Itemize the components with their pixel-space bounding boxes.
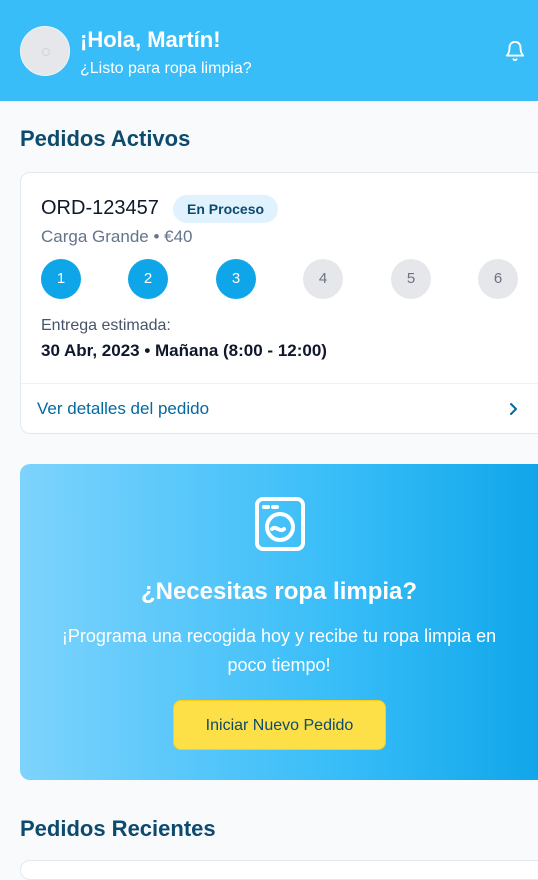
progress-step-3: 3 [216,259,256,299]
order-details-link[interactable]: Ver detalles del pedido [37,399,209,419]
active-orders-title: Pedidos Activos [20,126,191,151]
bell-icon[interactable] [504,40,526,62]
greeting-subtitle: ¿Listo para ropa limpia? [80,60,252,77]
recent-orders-title: Pedidos Recientes [20,816,216,841]
order-summary: Carga Grande • €40 [41,227,193,246]
progress-step-6: 6 [478,259,518,299]
eta-label: Entrega estimada: [41,317,171,334]
new-order-promo: ¿Necesitas ropa limpia? ¡Programa una re… [20,464,538,780]
order-id: ORD-123457 [41,197,159,219]
status-badge: En Proceso [173,195,279,223]
progress-step-4: 4 [303,259,343,299]
active-order-card[interactable]: ORD-123457 En Proceso Carga Grande • €40… [20,172,538,434]
recent-order-card[interactable] [20,860,538,880]
progress-step-1: 1 [41,259,81,299]
washing-machine-icon [255,497,305,551]
chevron-right-icon[interactable] [507,401,521,417]
avatar-placeholder-icon [42,48,50,56]
promo-description: ¡Programa una recogida hoy y recibe tu r… [61,626,497,675]
greeting-title: ¡Hola, Martín! [80,27,221,52]
card-divider [21,383,538,384]
progress-step-2: 2 [128,259,168,299]
avatar[interactable] [20,26,70,76]
start-new-order-button[interactable]: Iniciar Nuevo Pedido [173,700,386,750]
progress-step-5: 5 [391,259,431,299]
eta-value: 30 Abr, 2023 • Mañana (8:00 - 12:00) [41,341,327,360]
app-header: ¡Hola, Martín! ¿Listo para ropa limpia? [0,0,538,101]
promo-title: ¿Necesitas ropa limpia? [140,578,418,605]
